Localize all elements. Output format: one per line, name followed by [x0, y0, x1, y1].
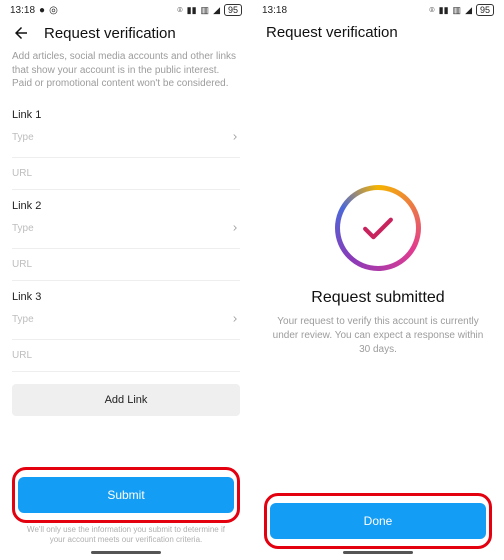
tutorial-highlight: Submit — [12, 467, 240, 523]
checkmark-icon — [356, 206, 400, 250]
status-bar: 13:18 ⌾ ▮▮ ▥ ◢ 95 — [252, 0, 504, 18]
instagram-icon: ◎ — [49, 5, 58, 16]
header: Request verification — [0, 18, 252, 50]
type-placeholder: Type — [12, 132, 34, 143]
link3-label: Link 3 — [12, 291, 240, 303]
link2-type-select[interactable]: Type — [12, 214, 240, 249]
type-placeholder: Type — [12, 314, 34, 325]
link3-type-select[interactable]: Type — [12, 305, 240, 340]
battery-icon: 95 — [476, 4, 494, 16]
success-title: Request submitted — [311, 289, 444, 307]
done-button[interactable]: Done — [270, 503, 486, 539]
success-content: Request submitted Your request to verify… — [252, 49, 504, 493]
header: Request verification — [252, 18, 504, 49]
link2-url-input[interactable]: URL — [12, 249, 240, 281]
tutorial-highlight: Done — [264, 493, 492, 549]
volte-icon: ▥ — [453, 5, 462, 16]
page-description: Add articles, social media accounts and … — [0, 50, 252, 99]
add-link-button[interactable]: Add Link — [12, 384, 240, 416]
chevron-right-icon — [230, 220, 240, 238]
battery-icon: 95 — [224, 4, 242, 16]
link3-url-input[interactable]: URL — [12, 340, 240, 372]
success-description: Your request to verify this account is c… — [272, 315, 484, 357]
links-form: Link 1 Type URL Link 2 Type URL Link 3 T… — [0, 99, 252, 468]
footnote: We'll only use the information you submi… — [12, 523, 240, 549]
chevron-right-icon — [230, 129, 240, 147]
type-placeholder: Type — [12, 223, 34, 234]
home-indicator[interactable] — [343, 551, 413, 554]
page-title: Request verification — [44, 25, 176, 42]
status-time: 13:18 — [10, 5, 35, 16]
alarm-icon: ⌾ — [177, 5, 182, 16]
signal-icon: ◢ — [465, 5, 472, 16]
link2-label: Link 2 — [12, 200, 240, 212]
screen-request-form: 13:18 ● ◎ ⌾ ▮▮ ▥ ◢ 95 Request verificati… — [0, 0, 252, 560]
signal-icon: ◢ — [213, 5, 220, 16]
status-time: 13:18 — [262, 5, 287, 16]
link1-url-input[interactable]: URL — [12, 158, 240, 190]
back-button[interactable] — [12, 24, 30, 42]
alarm-icon: ⌾ — [429, 5, 434, 16]
volte-icon: ▥ — [201, 5, 210, 16]
vibrate-icon: ▮▮ — [439, 5, 449, 16]
page-title: Request verification — [266, 24, 490, 41]
link1-type-select[interactable]: Type — [12, 123, 240, 158]
status-bar: 13:18 ● ◎ ⌾ ▮▮ ▥ ◢ 95 — [0, 0, 252, 18]
submit-button[interactable]: Submit — [18, 477, 234, 513]
screen-request-submitted: 13:18 ⌾ ▮▮ ▥ ◢ 95 Request verification — [252, 0, 504, 560]
chevron-right-icon — [230, 311, 240, 329]
success-ring-icon — [335, 185, 421, 271]
dot-icon: ● — [39, 5, 45, 16]
vibrate-icon: ▮▮ — [187, 5, 197, 16]
link1-label: Link 1 — [12, 109, 240, 121]
home-indicator[interactable] — [91, 551, 161, 554]
